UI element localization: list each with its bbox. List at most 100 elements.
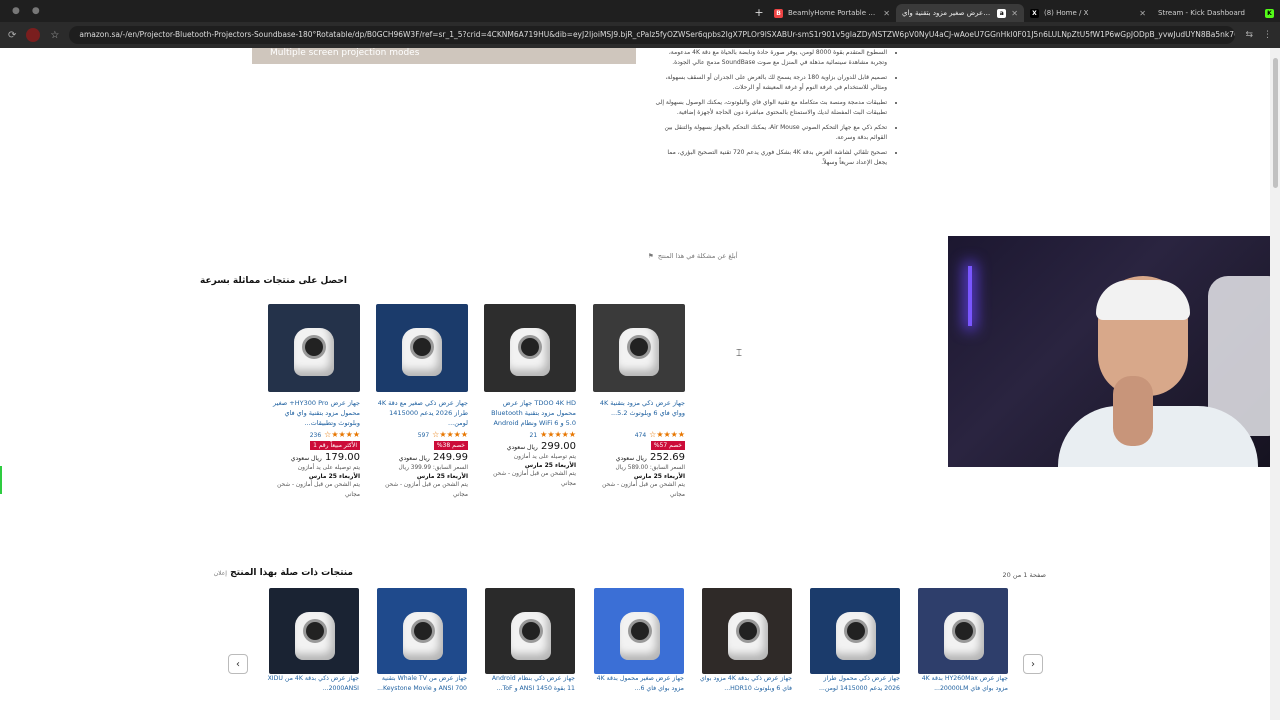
product-image[interactable] xyxy=(269,588,359,674)
delivery-date: الأربعاء 25 مارس xyxy=(633,473,685,480)
tab-close-icon[interactable]: ✕ xyxy=(1011,9,1018,18)
rating-stars[interactable]: ★★★★☆597 xyxy=(374,430,468,439)
rating-stars[interactable]: ★★★★☆474 xyxy=(591,430,685,439)
tab-favicon-icon: B xyxy=(774,8,783,18)
product-title-link[interactable]: جهاز عرض ذكي مزود بتقنية 4K وواي فاي 6 و… xyxy=(591,398,685,428)
shipping-note: يتم الشحن من قبل أمازون - شحن مجاني xyxy=(277,482,360,498)
browser-tab-bar: ● ● + B BeamlyHome Portable Projector ✕ … xyxy=(0,0,1280,22)
bookmark-star-icon[interactable]: ☆ xyxy=(50,30,59,41)
window-minimize-icon[interactable]: ● xyxy=(32,6,40,16)
address-bar-row: ⟳ ☆ amazon.sa/-/en/Projector-Bluetooth-P… xyxy=(0,22,1280,48)
mouse-cursor-icon: ⌶ xyxy=(736,348,742,359)
list-price: السعر السابق: 399.99 ريال xyxy=(398,465,468,471)
shipping-note: يتم الشحن من قبل أمازون - شحن مجاني xyxy=(493,471,576,487)
window-close-icon[interactable]: ● xyxy=(12,6,20,16)
amazon-favicon-icon: a xyxy=(997,8,1007,18)
projector-icon xyxy=(619,328,659,376)
browser-tab-active[interactable]: جهاز عرض صغير مزود بتقنية واي a ✕ xyxy=(896,4,1024,22)
price: 179.00 ريال سعودي xyxy=(290,452,360,463)
price: 249.99 ريال سعودي xyxy=(398,452,468,463)
webcam-overlay xyxy=(948,236,1280,467)
product-card[interactable]: جهاز عرض ذكي مزود بتقنية 4K وواي فاي 6 و… xyxy=(591,304,685,500)
rating-stars[interactable]: ★★★★☆236 xyxy=(266,430,360,439)
product-title-link[interactable]: جهاز عرض من Whale TV بتقنية 700 ANSI و K… xyxy=(375,674,467,694)
product-image[interactable] xyxy=(484,304,576,392)
projector-icon xyxy=(403,612,443,660)
best-seller-badge: الأكثر مبيعاً رقم 1 xyxy=(310,441,360,450)
scrollbar-thumb[interactable] xyxy=(1273,58,1278,188)
product-card[interactable]: جهاز عرض HY300 Pro+ صغير محمول مزود بتقن… xyxy=(266,304,360,500)
related-product-card[interactable]: جهاز عرض من Whale TV بتقنية 700 ANSI و K… xyxy=(375,588,467,694)
url-input[interactable]: amazon.sa/-/en/Projector-Bluetooth-Proje… xyxy=(69,26,1236,44)
product-card[interactable]: TDOO 4K HD جهاز عرض محمول مزود بتقنية Bl… xyxy=(482,304,576,489)
discount-badge: خصم 57% xyxy=(650,441,685,450)
bullet-item: تحكم ذكي مع جهاز التحكم الصوتي Air Mouse… xyxy=(655,123,887,143)
bullet-item: تصميم قابل للدوران بزاوية 180 درجة يسمح … xyxy=(655,73,887,93)
streamer-hand xyxy=(1113,376,1153,446)
carousel-next-button[interactable]: › xyxy=(1023,654,1043,674)
amazon-product-page: Multiple screen projection modes السطوع … xyxy=(0,48,1280,720)
product-title-link[interactable]: جهاز عرض ذكي بنظام Android 11 بقوة 1450 … xyxy=(483,674,575,694)
projector-icon xyxy=(944,612,984,660)
window-controls: ● ● xyxy=(0,6,70,16)
product-image-strip: Multiple screen projection modes xyxy=(252,48,636,64)
carousel-prev-button[interactable]: ‹ xyxy=(228,654,248,674)
shipping-note: يتم الشحن من قبل أمازون - شحن مجاني xyxy=(385,482,468,498)
related-product-card[interactable]: جهاز عرض صغير محمول بدقة 4K مزود بواي فا… xyxy=(592,588,684,694)
browser-tab[interactable]: Stream - Kick Dashboard K xyxy=(1152,4,1280,22)
similar-products-title: احصل على منتجات مماثلة بسرعة xyxy=(199,276,347,286)
streamer-cap xyxy=(1096,280,1190,320)
extensions-icon[interactable]: ⇆ xyxy=(1245,30,1253,40)
streamer-shirt xyxy=(1058,406,1258,467)
about-item-bullets: السطوع المتقدم بقوة 8000 لومن، يوفر صورة… xyxy=(655,48,895,173)
tab-close-icon[interactable]: ✕ xyxy=(883,9,890,18)
product-title-link[interactable]: جهاز عرض ذكي محمول طراز 2026 يدعم 141500… xyxy=(808,674,900,694)
related-product-card[interactable]: جهاز عرض ذكي بنظام Android 11 بقوة 1450 … xyxy=(483,588,575,694)
report-issue-link[interactable]: ⚑ أبلغ عن مشكلة في هذا المنتج xyxy=(648,252,738,260)
product-card[interactable]: جهاز عرض ذكي صغير مع دقة 4K طراز 2026 يد… xyxy=(374,304,468,500)
product-image[interactable] xyxy=(485,588,575,674)
profile-avatar[interactable] xyxy=(26,28,41,42)
reload-icon[interactable]: ⟳ xyxy=(8,30,16,41)
browser-tab[interactable]: X (8) Home / X ✕ xyxy=(1024,4,1152,22)
tab-close-icon[interactable]: ✕ xyxy=(1139,9,1146,18)
product-title-link[interactable]: TDOO 4K HD جهاز عرض محمول مزود بتقنية Bl… xyxy=(482,398,576,428)
related-product-card[interactable]: جهاز عرض ذكي محمول طراز 2026 يدعم 141500… xyxy=(808,588,900,694)
delivery-date: الأربعاء 25 مارس xyxy=(524,462,576,469)
product-title-link[interactable]: جهاز عرض HY260Max بدقة 4K مزود بواي فاي … xyxy=(916,674,1008,694)
product-image[interactable] xyxy=(593,304,685,392)
related-products-title: منتجات ذات صلة بهذا المنتج إعلان xyxy=(213,568,353,578)
kick-favicon-icon: K xyxy=(1265,8,1274,18)
product-image[interactable] xyxy=(377,588,467,674)
product-image[interactable] xyxy=(918,588,1008,674)
browser-tab[interactable]: B BeamlyHome Portable Projector ✕ xyxy=(768,4,896,22)
delivery-note: يتم توصيله على يد أمازون xyxy=(297,465,360,471)
related-product-card[interactable]: جهاز عرض ذكي بدقة 4K مزود بواي فاي 6 وبل… xyxy=(700,588,792,694)
product-image[interactable] xyxy=(268,304,360,392)
projector-icon xyxy=(510,328,550,376)
related-product-card[interactable]: جهاز عرض HY260Max بدقة 4K مزود بواي فاي … xyxy=(916,588,1008,694)
related-product-card[interactable]: جهاز عرض ذكي بدقة 4K من XIDU 2000ANSI... xyxy=(267,588,359,694)
page-scrollbar[interactable] xyxy=(1270,48,1280,720)
led-light xyxy=(968,266,972,326)
delivery-note: يتم توصيله على يد أمازون xyxy=(513,454,576,460)
new-tab-button[interactable]: + xyxy=(750,6,768,19)
product-image[interactable] xyxy=(376,304,468,392)
product-title-link[interactable]: جهاز عرض HY300 Pro+ صغير محمول مزود بتقن… xyxy=(266,398,360,428)
product-title-link[interactable]: جهاز عرض ذكي بدقة 4K من XIDU 2000ANSI... xyxy=(267,674,359,694)
menu-icon[interactable]: ⋮ xyxy=(1263,30,1272,40)
price: 252.69 ريال سعودي xyxy=(615,452,685,463)
product-title-link[interactable]: جهاز عرض ذكي صغير مع دقة 4K طراز 2026 يد… xyxy=(374,398,468,428)
projector-icon xyxy=(402,328,442,376)
report-flag-icon: ⚑ xyxy=(648,252,654,260)
projector-icon xyxy=(836,612,876,660)
rating-stars[interactable]: ★★★★★21 xyxy=(482,430,577,439)
product-title-link[interactable]: جهاز عرض ذكي بدقة 4K مزود بواي فاي 6 وبل… xyxy=(700,674,792,694)
product-image[interactable] xyxy=(702,588,792,674)
side-marker xyxy=(0,466,2,494)
product-image[interactable] xyxy=(810,588,900,674)
product-title-link[interactable]: جهاز عرض صغير محمول بدقة 4K مزود بواي فا… xyxy=(592,674,684,694)
product-image[interactable] xyxy=(594,588,684,674)
delivery-date: الأربعاء 25 مارس xyxy=(416,473,468,480)
bullet-item: تطبيقات مدمجة ومنصة بث متكاملة مع تقنية … xyxy=(655,98,887,118)
